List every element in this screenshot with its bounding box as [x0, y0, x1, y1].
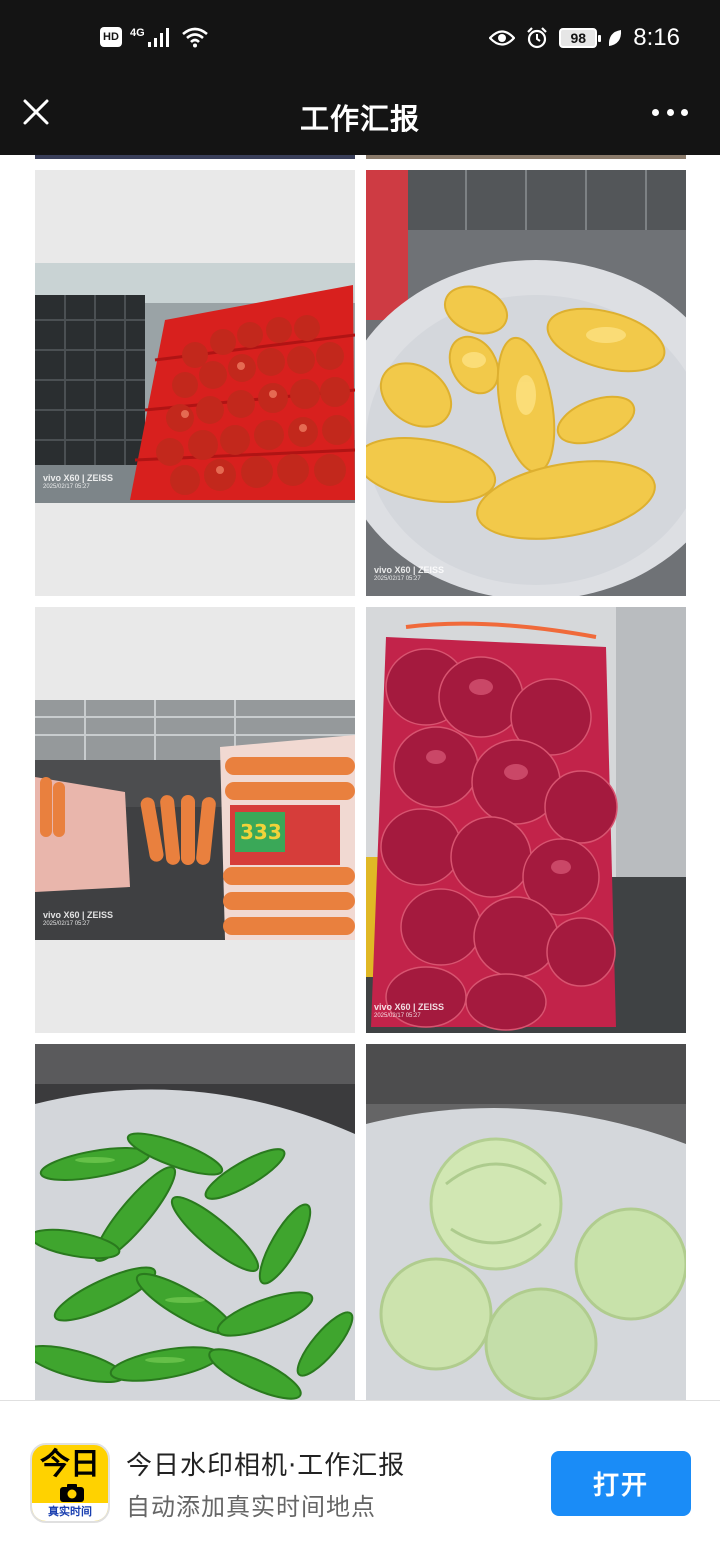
photo-watermark: vivo X60 | ZEISS 2025/02/17 05:27 — [374, 565, 445, 582]
watermark-date: 2025/02/17 05:27 — [43, 483, 90, 490]
signal-icon — [147, 28, 169, 47]
more-dot-icon — [652, 108, 659, 116]
previous-row-remnant-right — [366, 155, 686, 159]
app-icon[interactable]: 今日 真实时间 — [30, 1443, 110, 1523]
carrots-image: 333 — [35, 607, 355, 1033]
more-options-button[interactable] — [652, 104, 688, 120]
watermark-brand: vivo X60 | ZEISS — [374, 565, 445, 575]
photo-corn[interactable]: vivo X60 | ZEISS 2025/02/17 05:27 — [366, 170, 686, 596]
title-bar: 工作汇报 — [0, 82, 720, 155]
photo-carrots[interactable]: 333 vivo X60 | ZEISS 2025/02/17 05:27 — [35, 607, 355, 1033]
photo-watermark: vivo X60 | ZEISS 2025/02/17 05:27 — [43, 910, 114, 927]
more-dot-icon — [681, 108, 688, 116]
watermark-brand: vivo X60 | ZEISS — [43, 473, 114, 483]
cabbage-image — [366, 1044, 686, 1400]
wifi-icon — [181, 27, 208, 48]
app-icon-text: 今日 — [40, 1447, 100, 1482]
photo-tomatoes[interactable]: vivo X60 | ZEISS 2025/02/17 05:27 — [35, 170, 355, 596]
watermark-brand: vivo X60 | ZEISS — [374, 1002, 445, 1012]
photo-grid: vivo X60 | ZEISS 2025/02/17 05:27 vivo X… — [0, 155, 720, 1400]
watermark-date: 2025/02/17 05:27 — [43, 920, 90, 927]
status-right: 98 8:16 — [489, 24, 680, 52]
app-icon-caption: 真实时间 — [32, 1503, 108, 1521]
status-left: HD 4G — [100, 26, 209, 48]
app-tagline: 自动添加真实时间地点 — [126, 1493, 376, 1521]
more-dot-icon — [666, 108, 674, 116]
leaf-icon — [609, 30, 622, 46]
alarm-icon — [527, 27, 548, 49]
watermark-date: 2025/02/17 05:27 — [374, 1012, 421, 1019]
photo-cabbage[interactable] — [366, 1044, 686, 1400]
app-name: 今日水印相机·工作汇报 — [126, 1451, 406, 1481]
previous-row-remnant-left — [35, 155, 355, 159]
camera-icon — [60, 1484, 84, 1502]
red-onions-image — [366, 607, 686, 1033]
hd-badge: HD — [100, 27, 122, 47]
network-type: 4G — [130, 26, 145, 39]
corn-image — [366, 170, 686, 596]
status-bar: HD 4G 98 8:16 — [0, 0, 720, 82]
watermark-date: 2025/02/17 05:27 — [374, 575, 421, 582]
photo-red-onions[interactable]: vivo X60 | ZEISS 2025/02/17 05:27 — [366, 607, 686, 1033]
battery-indicator: 98 — [559, 28, 602, 48]
watermark-brand: vivo X60 | ZEISS — [43, 910, 114, 920]
photo-watermark: vivo X60 | ZEISS 2025/02/17 05:27 — [43, 473, 114, 490]
page-title: 工作汇报 — [299, 102, 420, 136]
open-app-button[interactable]: 打开 — [551, 1451, 691, 1516]
photo-watermark: vivo X60 | ZEISS 2025/02/17 05:27 — [374, 1002, 445, 1019]
clock: 8:16 — [633, 24, 680, 51]
photo-green-peppers[interactable] — [35, 1044, 355, 1400]
tomatoes-image — [35, 170, 355, 596]
eye-icon — [489, 30, 516, 46]
app-promo-banner: 今日 真实时间 今日水印相机·工作汇报 自动添加真实时间地点 打开 — [0, 1400, 720, 1560]
green-peppers-image — [35, 1044, 355, 1400]
